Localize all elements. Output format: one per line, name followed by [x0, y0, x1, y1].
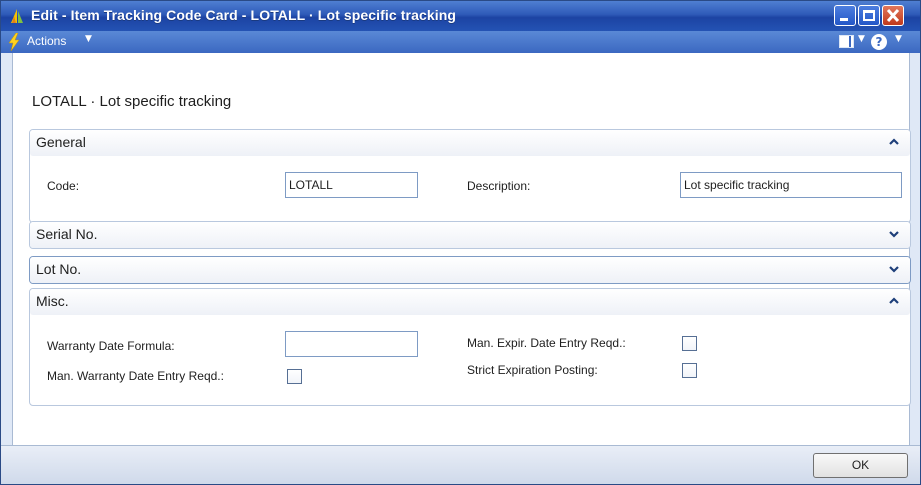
help-dropdown-icon[interactable]: ▼	[895, 34, 902, 44]
fasttab-general-title: General	[36, 134, 86, 150]
fasttab-misc: Misc. Warranty Date Formula: Man. Warran…	[29, 288, 911, 406]
actions-menu-button[interactable]: Actions	[27, 34, 66, 48]
actions-dropdown-icon[interactable]: ▼	[85, 34, 92, 44]
window-title: Edit - Item Tracking Code Card - LOTALL …	[31, 7, 457, 23]
close-button[interactable]	[882, 5, 904, 26]
fasttab-lot-no-header[interactable]: Lot No.	[30, 257, 910, 283]
strict-expiration-posting-checkbox[interactable]	[682, 363, 697, 378]
fasttab-misc-title: Misc.	[36, 293, 69, 309]
chevron-down-icon[interactable]	[888, 263, 900, 275]
warranty-date-formula-label: Warranty Date Formula:	[47, 339, 175, 353]
fasttab-general-header[interactable]: General	[30, 130, 910, 156]
man-expir-date-entry-label: Man. Expir. Date Entry Reqd.:	[467, 336, 626, 350]
chevron-up-icon[interactable]	[888, 136, 900, 148]
fasttab-serial-no-header[interactable]: Serial No.	[30, 222, 910, 248]
dynamics-nav-icon	[11, 9, 23, 23]
action-bar: Actions ▼ ▼ ? ▼	[1, 31, 920, 53]
close-icon	[886, 8, 900, 23]
man-warranty-date-entry-checkbox[interactable]	[287, 369, 302, 384]
strict-expiration-posting-label: Strict Expiration Posting:	[467, 363, 598, 377]
chevron-down-icon[interactable]	[888, 228, 900, 240]
fasttab-lot-no-title: Lot No.	[36, 261, 82, 277]
fasttab-misc-header[interactable]: Misc.	[30, 289, 910, 315]
minimize-icon	[840, 18, 848, 21]
warranty-date-formula-field[interactable]	[285, 331, 418, 357]
code-field[interactable]: LOTALL	[285, 172, 418, 198]
minimize-button[interactable]	[834, 5, 856, 26]
man-expir-date-entry-checkbox[interactable]	[682, 336, 697, 351]
item-tracking-code-card-window: Edit - Item Tracking Code Card - LOTALL …	[0, 0, 921, 485]
page-title: LOTALL · Lot specific tracking	[32, 93, 232, 110]
fasttab-general: General Code: LOTALL Description: Lot sp…	[29, 129, 911, 223]
help-icon[interactable]: ?	[871, 34, 887, 50]
footer-bar: OK	[1, 445, 920, 484]
ok-button[interactable]: OK	[813, 453, 908, 478]
maximize-button[interactable]	[858, 5, 880, 26]
fasttab-lot-no[interactable]: Lot No.	[29, 256, 911, 284]
card-content: LOTALL · Lot specific tracking General C…	[12, 53, 911, 445]
man-warranty-date-entry-label: Man. Warranty Date Entry Reqd.:	[47, 369, 224, 383]
layout-icon[interactable]	[839, 35, 854, 48]
fasttab-serial-no[interactable]: Serial No.	[29, 221, 911, 249]
description-label: Description:	[467, 179, 531, 193]
chevron-up-icon[interactable]	[888, 295, 900, 307]
title-bar[interactable]: Edit - Item Tracking Code Card - LOTALL …	[1, 1, 920, 31]
lightning-icon	[8, 33, 20, 51]
fasttab-serial-no-title: Serial No.	[36, 226, 98, 242]
code-label: Code:	[47, 179, 80, 193]
description-field[interactable]: Lot specific tracking	[680, 172, 902, 198]
layout-dropdown-icon[interactable]: ▼	[858, 34, 865, 44]
maximize-icon	[863, 10, 875, 21]
